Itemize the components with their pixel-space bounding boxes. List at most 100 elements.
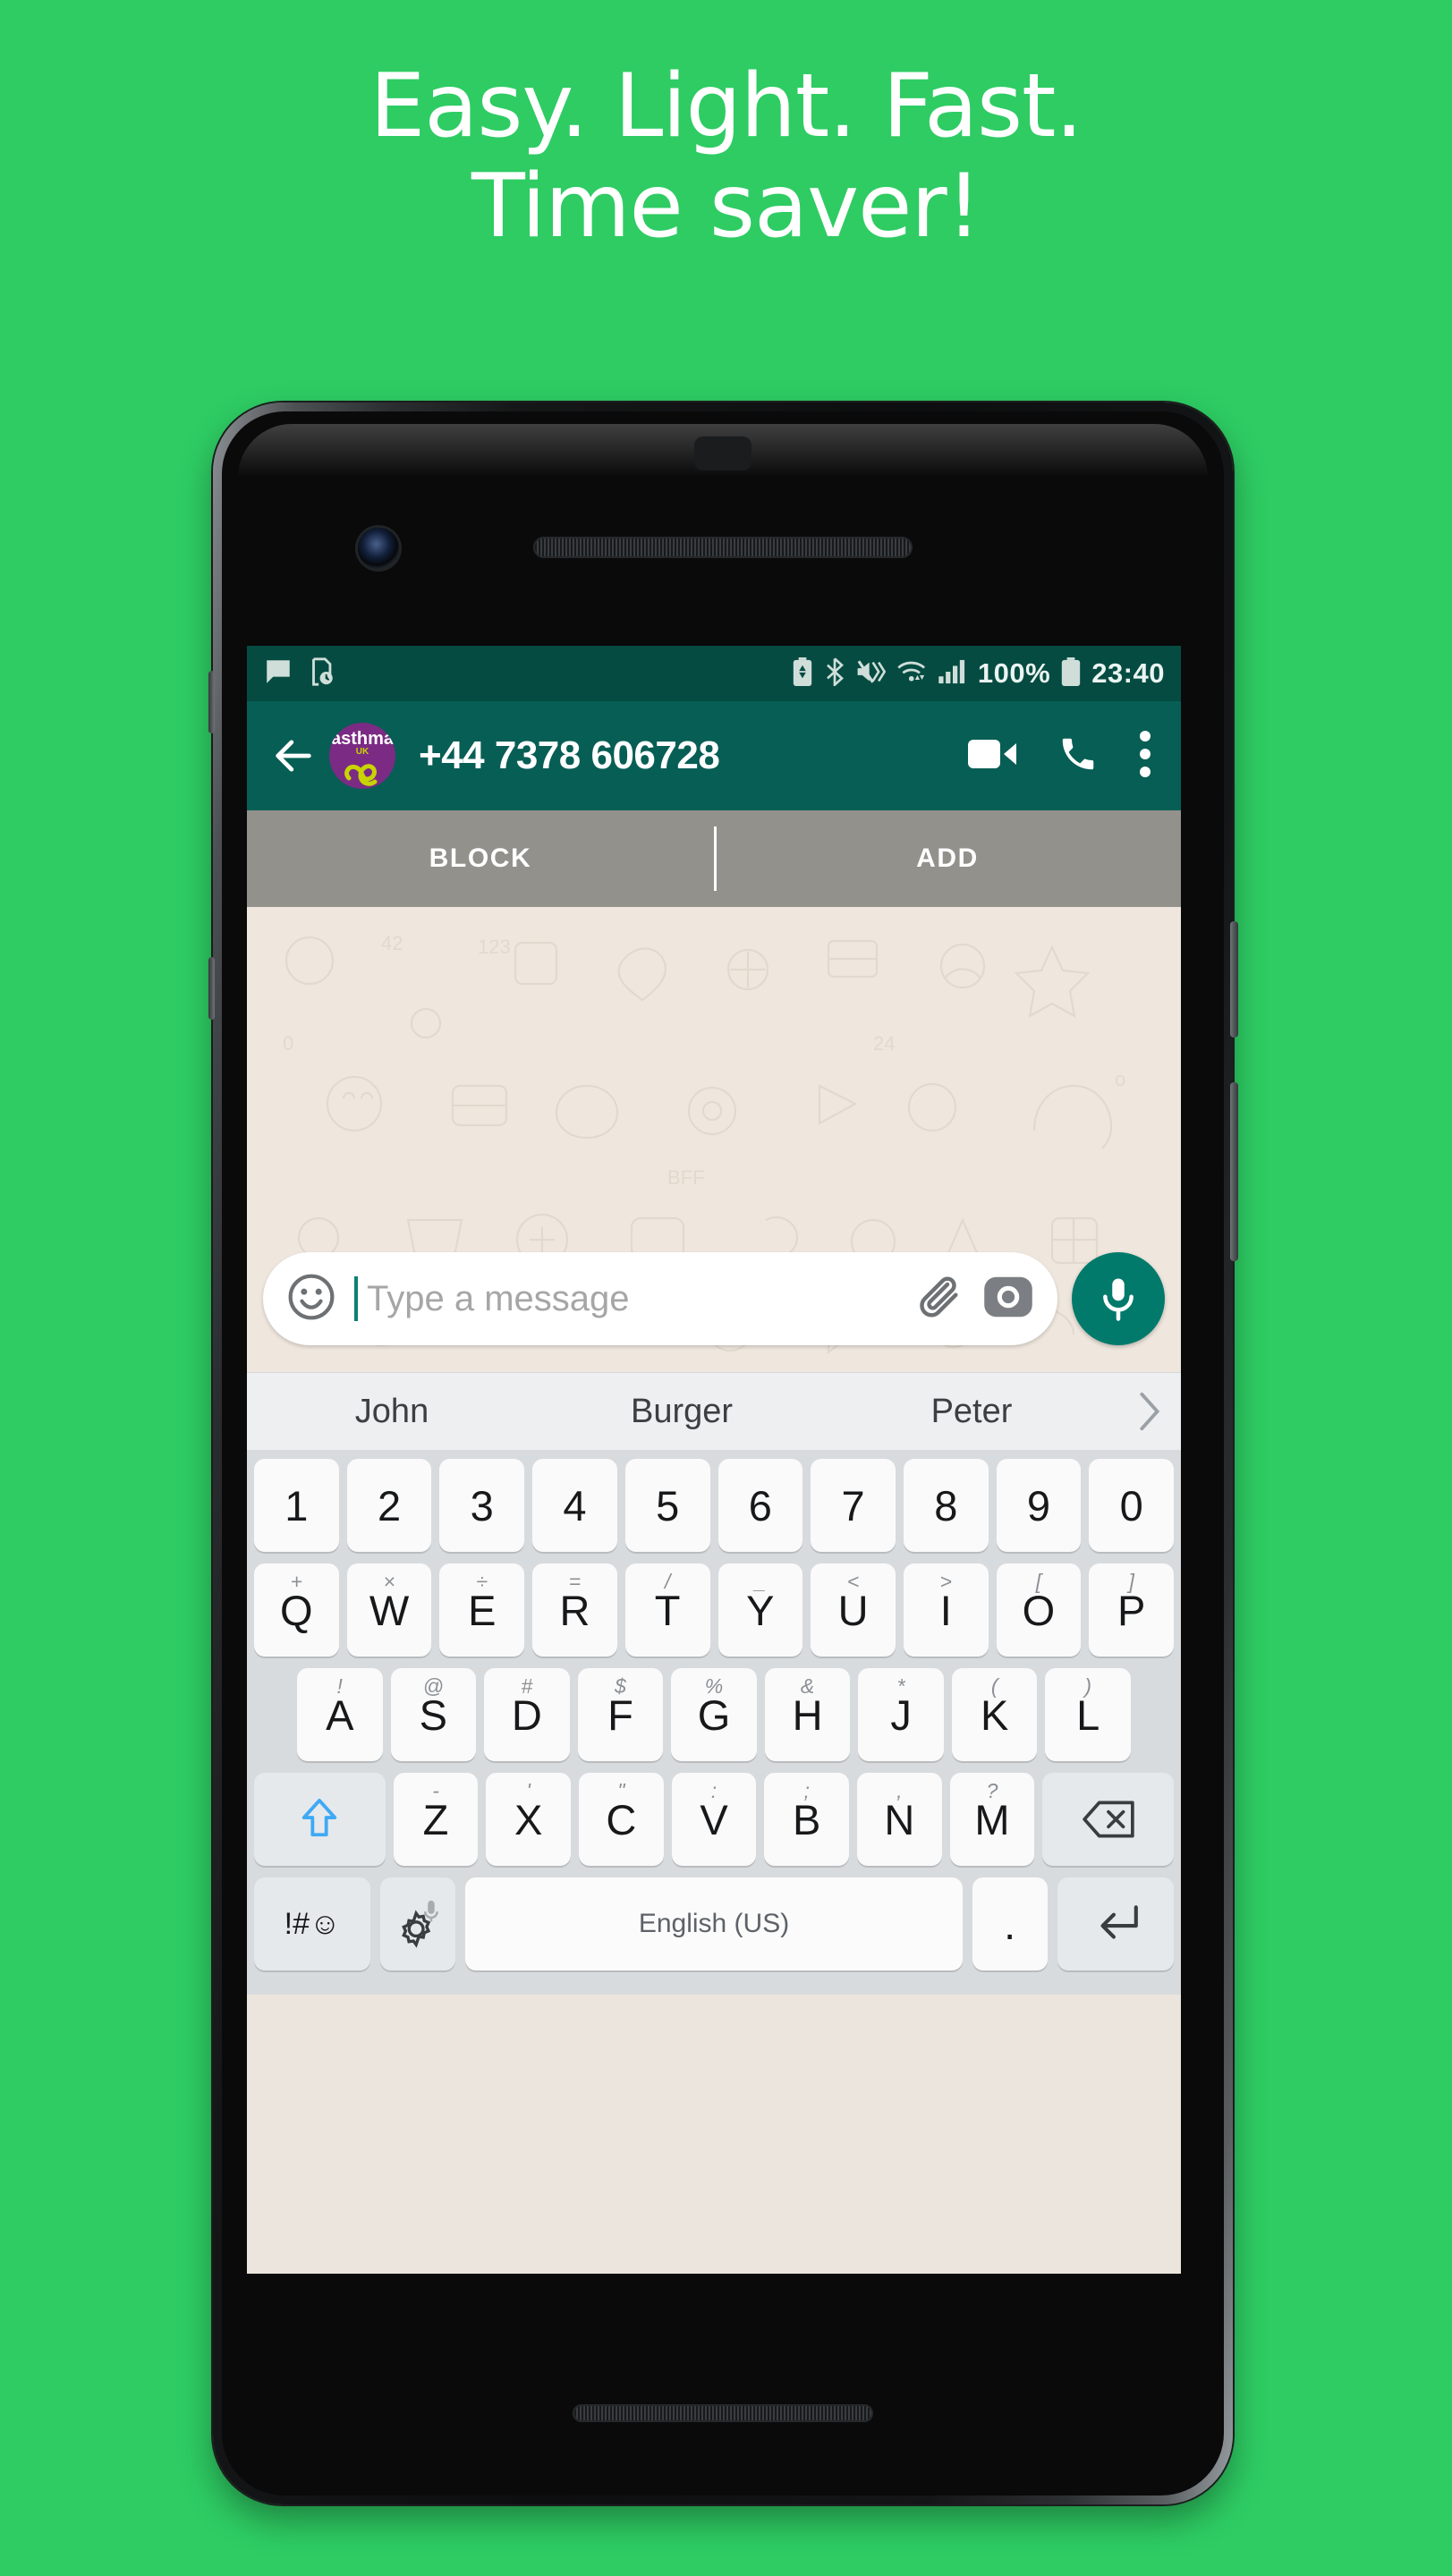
voice-record-button[interactable] <box>1072 1252 1165 1345</box>
keyboard-row-bottom: !#☺ English (US) . <box>254 1877 1175 1970</box>
key-o[interactable]: [O <box>996 1563 1082 1657</box>
key-t[interactable]: / T <box>624 1563 710 1657</box>
symbols-key[interactable]: !#☺ <box>254 1877 371 1970</box>
status-clock: 23:40 <box>1091 657 1165 689</box>
key-v-sup: : <box>710 1779 718 1802</box>
key-w[interactable]: × W <box>346 1563 432 1657</box>
voice-call-icon[interactable] <box>1057 733 1099 779</box>
proximity-sensor <box>694 436 751 470</box>
overflow-menu-icon[interactable] <box>1138 730 1152 782</box>
key-v[interactable]: :V <box>671 1773 757 1866</box>
suggestion-1[interactable]: John <box>247 1393 537 1431</box>
key-j-sup: * <box>896 1674 905 1698</box>
key-f[interactable]: $ F <box>577 1668 664 1761</box>
avatar-sub-label: UK <box>355 747 369 757</box>
suggestion-3[interactable]: Peter <box>827 1393 1117 1431</box>
key-5[interactable]: 5 <box>624 1459 710 1552</box>
key-b-sup: ; <box>803 1779 810 1802</box>
svg-text:BFF: BFF <box>667 1166 705 1189</box>
block-button[interactable]: BLOCK <box>247 843 714 874</box>
add-button[interactable]: ADD <box>714 843 1181 874</box>
keyboard-row-qwerty: + Q × W ÷ E = R / T _ Y < U > I [O ] P <box>253 1563 1175 1657</box>
key-m[interactable]: ? M <box>949 1773 1035 1866</box>
bar-divider <box>714 826 717 891</box>
key-e[interactable]: ÷ E <box>439 1563 525 1657</box>
key-x[interactable]: ' X <box>486 1773 572 1866</box>
paperclip-icon[interactable] <box>916 1272 966 1326</box>
avatar-knot-icon <box>344 764 378 786</box>
chevron-right-icon[interactable] <box>1117 1391 1181 1432</box>
settings-key[interactable] <box>380 1877 456 1970</box>
key-c[interactable]: " C <box>579 1773 664 1866</box>
key-7[interactable]: 7 <box>811 1459 896 1552</box>
earpiece-speaker <box>533 537 913 558</box>
left-side-button-bottom[interactable] <box>208 957 215 1020</box>
camera-icon[interactable] <box>982 1271 1034 1327</box>
key-i[interactable]: > I <box>903 1563 989 1657</box>
key-g-sup: % <box>704 1674 724 1698</box>
key-b[interactable]: ; B <box>764 1773 849 1866</box>
keyboard-row-numbers: 1 2 3 4 5 6 7 8 9 0 <box>253 1459 1175 1552</box>
key-j[interactable]: * J <box>858 1668 944 1761</box>
key-4[interactable]: 4 <box>532 1459 617 1552</box>
message-input-placeholder[interactable]: Type a message <box>367 1279 900 1319</box>
screenshot-clock-icon <box>306 657 336 691</box>
key-1[interactable]: 1 <box>253 1459 339 1552</box>
emoji-smiley-icon[interactable] <box>286 1272 336 1326</box>
enter-key[interactable] <box>1057 1877 1175 1970</box>
key-l[interactable]: ) L <box>1045 1668 1132 1761</box>
svg-text:123: 123 <box>478 936 511 958</box>
shift-key[interactable] <box>253 1773 386 1866</box>
key-u[interactable]: < U <box>811 1563 896 1657</box>
key-a[interactable]: ! A <box>296 1668 383 1761</box>
space-key[interactable]: English (US) <box>465 1877 963 1970</box>
message-composer: Type a message <box>247 1245 1181 1352</box>
key-n[interactable]: ,N <box>856 1773 942 1866</box>
key-2[interactable]: 2 <box>346 1459 432 1552</box>
volume-button[interactable] <box>1230 1082 1238 1261</box>
svg-text:24: 24 <box>873 1032 895 1055</box>
key-q[interactable]: + Q <box>253 1563 339 1657</box>
key-m-sup: ? <box>986 1779 998 1802</box>
key-d[interactable]: # D <box>484 1668 570 1761</box>
key-8[interactable]: 8 <box>903 1459 989 1552</box>
period-key[interactable]: . <box>972 1877 1048 1970</box>
chat-message-area: 42 123 24 BFF 0o Type a message <box>247 907 1181 1372</box>
phone-mockup: 100% 23:40 asthma UK +44 7378 606728 BLO… <box>208 402 1238 2504</box>
battery-saver-icon <box>791 657 814 691</box>
key-0[interactable]: 0 <box>1089 1459 1175 1552</box>
phone-screen: 100% 23:40 asthma UK +44 7378 606728 BLO… <box>247 646 1181 2274</box>
backspace-key[interactable] <box>1042 1773 1175 1866</box>
key-r-sup: = <box>568 1570 582 1593</box>
key-z-sup: - <box>432 1779 439 1802</box>
left-side-button-top[interactable] <box>208 671 215 733</box>
back-arrow-icon[interactable] <box>270 733 317 779</box>
suggestion-2[interactable]: Burger <box>537 1393 827 1431</box>
keyboard-suggestion-strip: John Burger Peter <box>247 1372 1181 1450</box>
enter-return-icon <box>1100 1905 1138 1939</box>
key-q-sup: + <box>290 1570 303 1593</box>
key-g[interactable]: % G <box>671 1668 757 1761</box>
key-p[interactable]: ] P <box>1089 1563 1175 1657</box>
avatar[interactable]: asthma UK <box>329 723 395 789</box>
gear-mic-icon <box>402 1900 439 1948</box>
key-u-sup: < <box>846 1570 860 1593</box>
power-button[interactable] <box>1230 921 1238 1038</box>
key-z[interactable]: -Z <box>393 1773 479 1866</box>
key-o-sup: [ <box>1035 1570 1042 1593</box>
key-n-sup: , <box>896 1779 903 1802</box>
key-y[interactable]: _ Y <box>718 1563 803 1657</box>
key-h[interactable]: & H <box>764 1668 851 1761</box>
key-s[interactable]: @ S <box>390 1668 477 1761</box>
key-k-sup: ( <box>990 1674 998 1698</box>
key-r[interactable]: = R <box>532 1563 617 1657</box>
backspace-icon <box>1082 1801 1134 1838</box>
key-k[interactable]: (K <box>951 1668 1038 1761</box>
key-3[interactable]: 3 <box>439 1459 525 1552</box>
key-9[interactable]: 9 <box>996 1459 1082 1552</box>
key-6[interactable]: 6 <box>718 1459 803 1552</box>
message-icon <box>263 657 293 691</box>
chat-app-bar: asthma UK +44 7378 606728 <box>247 701 1181 810</box>
message-input-pill[interactable]: Type a message <box>263 1252 1057 1345</box>
video-call-icon[interactable] <box>968 736 1018 776</box>
